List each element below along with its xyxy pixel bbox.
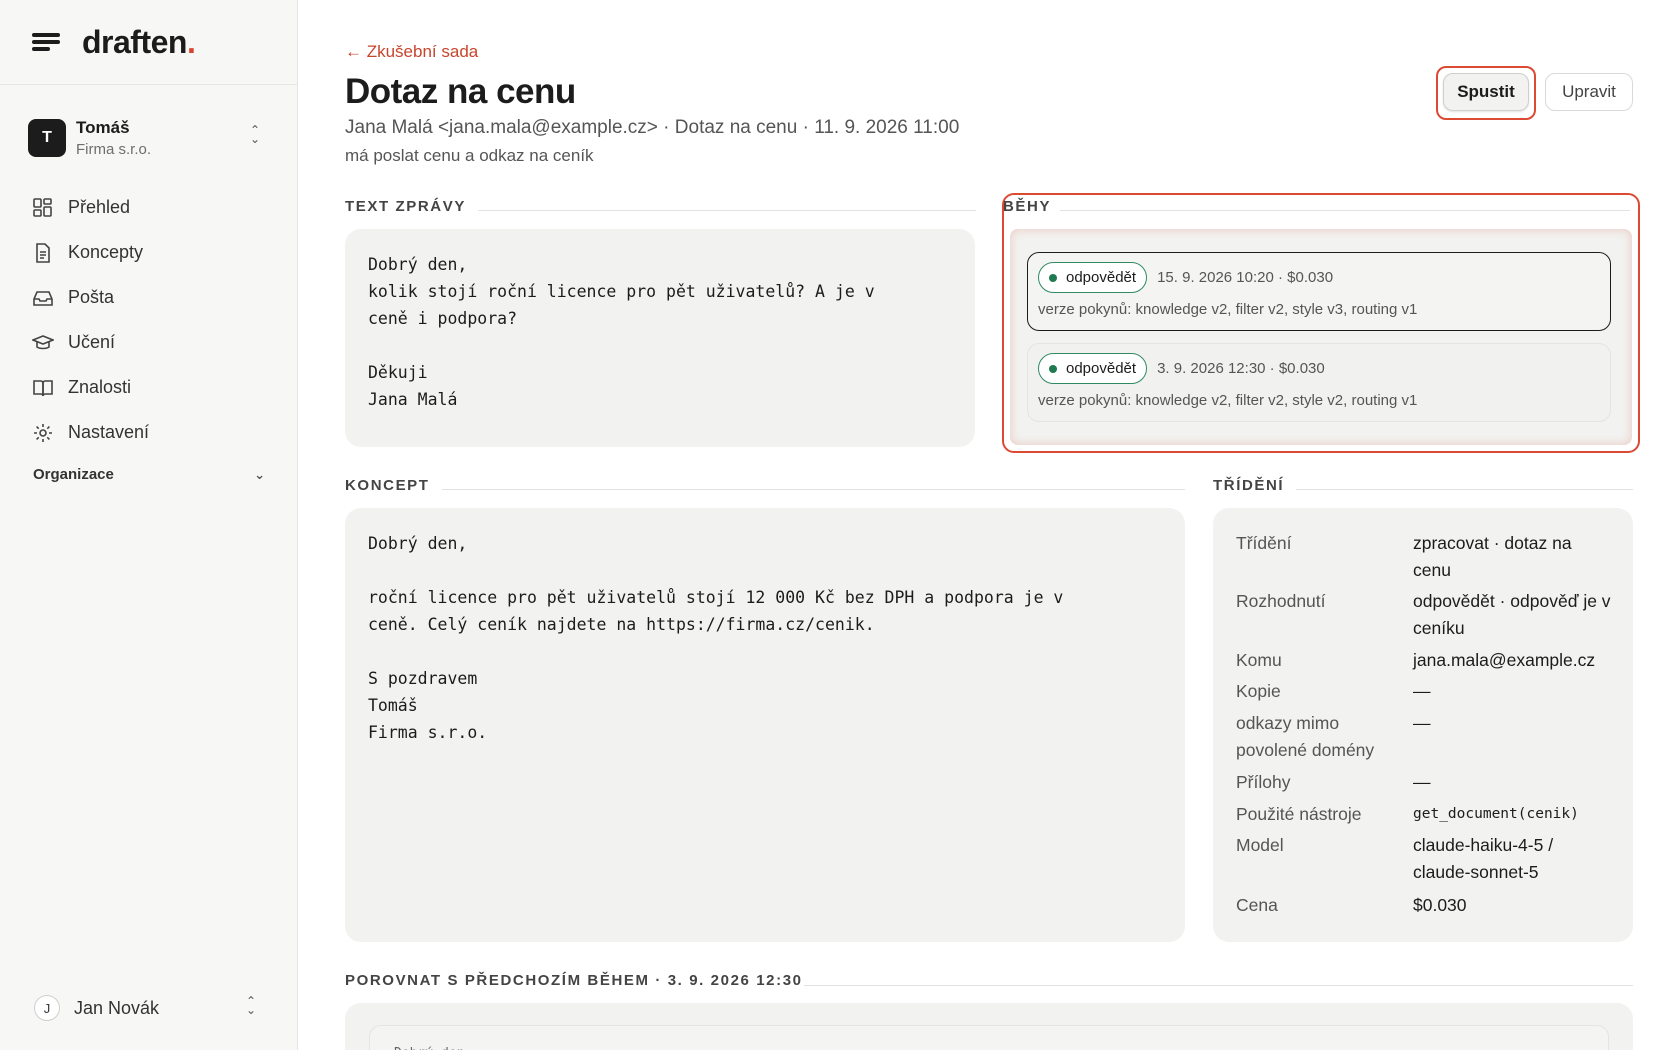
sidebar-header: draften.	[0, 0, 297, 85]
run-timestamp: 15. 9. 2026 10:20 · $0.030	[1157, 269, 1334, 286]
message-body: Dobrý den, kolik stojí roční licence pro…	[368, 255, 875, 409]
divider	[1296, 489, 1633, 490]
compare-preview-text: Dobrý den,	[394, 1040, 1584, 1050]
section-label-compare: POROVNAT S PŘEDCHOZÍM BĚHEM · 3. 9. 2026…	[345, 972, 803, 989]
sidebar-item-znalosti[interactable]: Znalosti	[32, 365, 272, 410]
message-meta: Jana Malá <jana.mala@example.cz> · Dotaz…	[345, 117, 960, 138]
run-timestamp: 3. 9. 2026 12:30 · $0.030	[1157, 360, 1325, 377]
draft-card: Dobrý den, roční licence pro pět uživate…	[345, 508, 1185, 942]
sidebar-item-prehled[interactable]: Přehled	[32, 185, 272, 230]
edit-button[interactable]: Upravit	[1545, 73, 1633, 111]
run-item[interactable]: odpovědět 15. 9. 2026 10:20 · $0.030 ver…	[1027, 252, 1611, 331]
sidebar-item-label: Nastavení	[68, 422, 150, 442]
document-icon	[36, 242, 50, 263]
section-label-message: TEXT ZPRÁVY	[345, 198, 466, 215]
status-badge: odpovědět	[1038, 353, 1148, 384]
divider	[1060, 210, 1630, 211]
sidebar: draften. T Tomáš Firma s.r.o. ⌃ ⌄ Přehled…	[0, 0, 298, 1050]
message-card: Dobrý den, kolik stojí roční licence pro…	[345, 229, 975, 447]
divider	[804, 985, 1633, 986]
gear-icon	[34, 423, 52, 442]
sidebar-item-label: Učení	[68, 332, 116, 352]
triage-key: Model	[1236, 835, 1284, 855]
triage-key: Kopie	[1236, 681, 1281, 701]
run-item[interactable]: odpovědět 3. 9. 2026 12:30 · $0.030 verz…	[1027, 343, 1611, 422]
sidebar-item-label: Znalosti	[68, 377, 132, 397]
sidebar-item-nastaveni[interactable]: Nastavení	[32, 410, 272, 455]
status-badge: odpovědět	[1038, 262, 1148, 293]
book-icon	[33, 379, 53, 396]
section-label-draft: KONCEPT	[345, 477, 430, 494]
sidebar-nav: Přehled Koncepty Pošta Učení Znalosti Na…	[32, 185, 272, 455]
group-label: Organizace	[33, 466, 114, 483]
triage-value: get_document(cenik)	[1413, 806, 1579, 822]
user-menu[interactable]: J Jan Novák ⌃ ⌄	[34, 994, 266, 1022]
chevron-down-icon: ⌄	[254, 466, 265, 482]
page-title: Dotaz na cenu	[345, 72, 576, 111]
triage-value: —	[1413, 713, 1431, 733]
chevron-up-down-icon: ⌃ ⌄	[245, 994, 257, 1017]
sidebar-group-organizace[interactable]: Organizace ⌄	[33, 466, 265, 483]
sidebar-item-label: Koncepty	[68, 242, 144, 262]
run-button[interactable]: Spustit	[1443, 73, 1529, 111]
grid-icon	[33, 197, 52, 217]
status-dot-icon	[1049, 364, 1057, 373]
triage-value: odpovědět · odpověď je v ceníku	[1413, 591, 1611, 638]
compare-card: Dobrý den,	[345, 1003, 1633, 1050]
triage-key: Cena	[1236, 895, 1278, 915]
status-dot-icon	[1049, 273, 1057, 282]
sidebar-item-label: Pošta	[68, 287, 115, 307]
org-company-name: Firma s.r.o.	[76, 141, 152, 158]
triage-key: Použité nástroje	[1236, 804, 1362, 824]
draft-body: Dobrý den, roční licence pro pět uživate…	[368, 534, 1064, 742]
triage-key: Rozhodnutí	[1236, 591, 1326, 611]
triage-key: odkazy mimo povolené domény	[1236, 713, 1375, 760]
section-label-runs: BĚHY	[1003, 198, 1052, 215]
run-versions: verze pokynů: knowledge v2, filter v2, s…	[1038, 301, 1418, 318]
sidebar-item-label: Přehled	[68, 197, 131, 217]
org-avatar: T	[28, 119, 66, 157]
inbox-icon	[33, 290, 53, 306]
user-name: Jan Novák	[74, 997, 160, 1018]
sidebar-item-koncepty[interactable]: Koncepty	[32, 230, 272, 275]
compare-preview: Dobrý den,	[369, 1025, 1609, 1050]
graduation-cap-icon	[32, 334, 54, 349]
triage-value: —	[1413, 772, 1431, 792]
sidebar-item-posta[interactable]: Pošta	[32, 275, 272, 320]
triage-value: claude-haiku-4-5 / claude-sonnet-5	[1413, 835, 1554, 882]
divider	[442, 489, 1185, 490]
triage-value: —	[1413, 681, 1431, 701]
back-link[interactable]: ← Zkušební sada	[345, 42, 478, 62]
triage-key: Komu	[1236, 650, 1282, 670]
divider	[478, 210, 976, 211]
run-versions: verze pokynů: knowledge v2, filter v2, s…	[1038, 392, 1418, 409]
avatar: J	[34, 995, 60, 1021]
triage-key: Třídění	[1236, 533, 1292, 553]
expected-outcome: má poslat cenu a odkaz na ceník	[345, 146, 594, 165]
triage-value: jana.mala@example.cz	[1413, 650, 1596, 670]
org-switcher[interactable]: T Tomáš Firma s.r.o. ⌃ ⌄	[28, 116, 276, 160]
chevron-up-down-icon: ⌃ ⌄	[249, 123, 261, 146]
menu-icon[interactable]	[32, 31, 60, 53]
logo[interactable]: draften.	[82, 24, 196, 61]
triage-value: zpracovat · dotaz na cenu	[1413, 533, 1572, 580]
triage-key: Přílohy	[1236, 772, 1291, 792]
section-label-triage: TŘÍDĚNÍ	[1213, 477, 1285, 494]
triage-value: $0.030	[1413, 895, 1467, 915]
sidebar-item-uceni[interactable]: Učení	[32, 320, 272, 365]
org-user-name: Tomáš	[76, 118, 130, 137]
